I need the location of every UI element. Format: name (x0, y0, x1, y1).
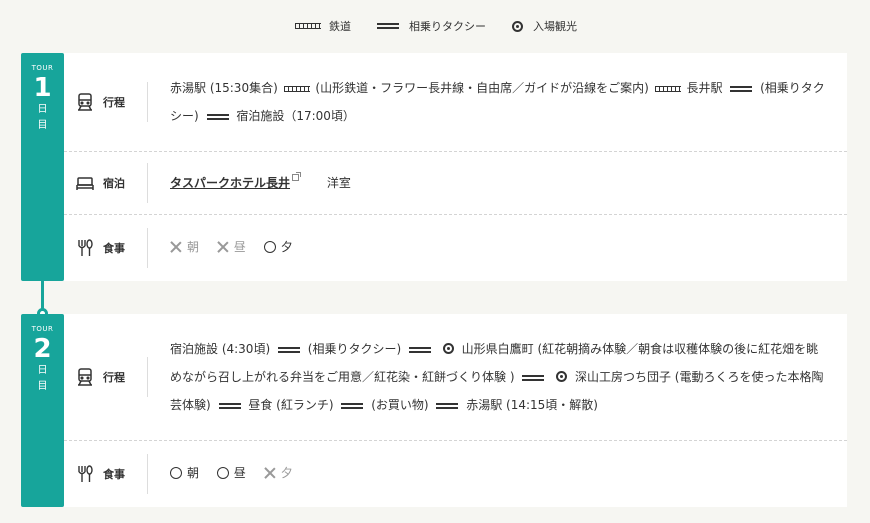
day-kanji-bottom: 目 (37, 381, 48, 392)
itinerary-label: 行程 (103, 371, 125, 384)
railway-line-icon (295, 23, 321, 29)
sightseeing-icon (512, 20, 523, 32)
legend-railway-label: 鉄道 (329, 20, 351, 33)
itinerary-content: 宿泊施設 (4:30頃) (相乗りタクシー) 山形県白鷹町 (紅花朝摘み体験／朝… (148, 335, 847, 419)
included-icon (216, 467, 229, 479)
sightseeing-icon (442, 343, 454, 354)
tour-label: TOUR (31, 64, 54, 72)
utensils-icon (75, 464, 95, 484)
itinerary-label: 行程 (103, 96, 125, 109)
external-link-icon (292, 172, 302, 181)
route-legend: 鉄道 相乗りタクシー 入場観光 (0, 18, 870, 34)
meal-lunch-label: 昼 (233, 240, 246, 254)
itinerary-stop: 宿泊施設（17:00頃） (236, 109, 355, 123)
itinerary-stop: 赤湯駅 (15:30集合) (170, 81, 278, 95)
meal-head: 食事 (64, 441, 148, 507)
meal-row: 食事 朝 昼 夕 (64, 441, 847, 507)
not-included-icon (170, 241, 182, 253)
legend-sightseeing-label: 入場観光 (533, 20, 577, 33)
day-2-card: 行程 宿泊施設 (4:30頃) (相乗りタクシー) 山形県白鷹町 (紅花朝摘み体… (64, 314, 847, 507)
meal-lunch: 昼 (217, 233, 246, 261)
taxi-line-icon (409, 346, 431, 353)
itinerary-content: 赤湯駅 (15:30集合) (山形鉄道・フラワー長井線・自由席／ガイドが沿線をご… (148, 74, 847, 130)
included-icon (170, 467, 182, 479)
railway-line-icon (654, 85, 681, 92)
taxi-line-icon (277, 346, 300, 353)
meal-dinner: 夕 (264, 459, 293, 487)
tour-label: TOUR (31, 325, 54, 333)
itinerary-stop: 昼食 (紅ランチ) (248, 398, 334, 412)
legend-railway: 鉄道 (293, 18, 351, 34)
meal-row: 食事 朝 昼 夕 (64, 215, 847, 281)
meal-content: 朝 昼 夕 (148, 233, 847, 263)
taxi-line-icon (436, 402, 459, 409)
itinerary-stop: 宿泊施設 (4:30頃) (170, 342, 271, 356)
itinerary-stop: (相乗りタクシー) (307, 342, 402, 356)
meal-breakfast: 朝 (170, 459, 199, 487)
train-icon (75, 92, 95, 112)
itinerary-stop: 長井駅 (686, 81, 723, 95)
meal-breakfast-label: 朝 (187, 466, 200, 480)
day-kanji-top: 日 (37, 104, 48, 115)
not-included-icon (217, 241, 229, 253)
meal-content: 朝 昼 夕 (148, 459, 847, 489)
day-1-card: 行程 赤湯駅 (15:30集合) (山形鉄道・フラワー長井線・自由席／ガイドが沿… (64, 53, 847, 281)
itinerary-row: 行程 赤湯駅 (15:30集合) (山形鉄道・フラワー長井線・自由席／ガイドが沿… (64, 53, 847, 152)
taxi-line-icon (377, 23, 399, 29)
itinerary-stop: (お買い物) (371, 398, 429, 412)
legend-taxi: 相乗りタクシー (373, 18, 486, 34)
legend-sightseeing: 入場観光 (508, 18, 577, 34)
railway-line-icon (283, 85, 310, 92)
sightseeing-icon (556, 371, 568, 382)
lodging-row: 宿泊 タスパークホテル長井 洋室 (64, 152, 847, 215)
meal-dinner-label: 夕 (280, 466, 293, 480)
meal-breakfast-label: 朝 (187, 240, 200, 254)
itinerary-stop: (山形鉄道・フラワー長井線・自由席／ガイドが沿線をご案内) (315, 81, 649, 95)
hotel-link[interactable]: タスパークホテル長井 (170, 176, 290, 190)
itinerary-head: 行程 (64, 53, 148, 151)
taxi-line-icon (730, 85, 753, 92)
train-icon (75, 367, 95, 387)
legend-taxi-label: 相乗りタクシー (409, 20, 486, 33)
included-icon (263, 241, 276, 253)
day-1-tab: TOUR 1 日 目 (21, 53, 64, 281)
utensils-icon (75, 238, 95, 258)
lodging-head: 宿泊 (64, 152, 148, 214)
day-2-tab: TOUR 2 日 目 (21, 314, 64, 507)
not-included-icon (264, 467, 276, 479)
taxi-line-icon (341, 402, 364, 409)
meal-lunch-label: 昼 (233, 466, 246, 480)
itinerary-head: 行程 (64, 314, 148, 440)
meal-label: 食事 (103, 242, 125, 255)
meal-head: 食事 (64, 215, 148, 281)
bed-icon (75, 173, 95, 193)
day-number: 1 (33, 73, 52, 103)
day-kanji-top: 日 (37, 365, 48, 376)
meal-label: 食事 (103, 468, 125, 481)
day-kanji-bottom: 目 (37, 120, 48, 131)
lodging-label: 宿泊 (103, 177, 125, 190)
meal-breakfast: 朝 (170, 233, 199, 261)
day-number: 2 (33, 334, 52, 364)
taxi-line-icon (218, 402, 241, 409)
taxi-line-icon (522, 374, 545, 381)
itinerary-stop: 赤湯駅 (14:15頃・解散) (466, 398, 598, 412)
room-type: 洋室 (326, 176, 351, 190)
taxi-line-icon (206, 113, 229, 120)
itinerary-row: 行程 宿泊施設 (4:30頃) (相乗りタクシー) 山形県白鷹町 (紅花朝摘み体… (64, 314, 847, 441)
lodging-content: タスパークホテル長井 洋室 (148, 169, 847, 197)
meal-lunch: 昼 (216, 459, 246, 487)
meal-dinner: 夕 (263, 233, 293, 261)
meal-dinner-label: 夕 (280, 240, 293, 254)
